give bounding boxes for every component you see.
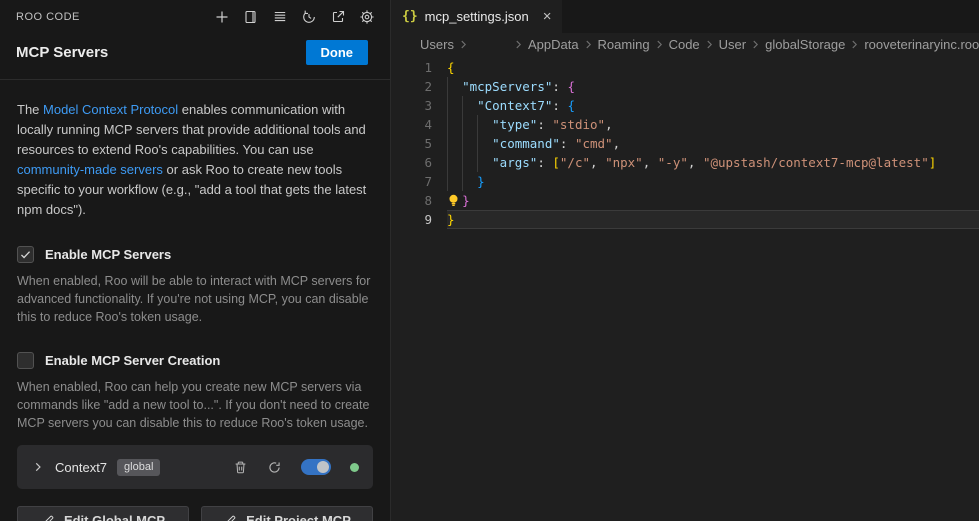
plus-icon[interactable]	[213, 8, 231, 26]
tab-close-icon[interactable]: ×	[543, 9, 552, 24]
open-in-editor-icon[interactable]	[329, 8, 347, 26]
line-number: 6	[391, 153, 447, 172]
breadcrumb-item[interactable]: AppData	[528, 37, 579, 52]
enable-mcp-server-creation-setting: Enable MCP Server Creation When enabled,…	[17, 352, 373, 432]
tab-bar: {} mcp_settings.json ×	[391, 0, 979, 33]
breadcrumb-item[interactable]: User	[719, 37, 746, 52]
code-line: 3 "Context7": {	[391, 96, 979, 115]
enable-mcp-server-creation-description: When enabled, Roo can help you create ne…	[17, 378, 373, 432]
panel-header-icons	[213, 8, 376, 26]
tab-label: mcp_settings.json	[425, 9, 529, 24]
panel-header: ROO CODE	[0, 0, 390, 30]
line-number: 1	[391, 58, 447, 77]
pencil-icon	[223, 514, 237, 521]
enable-mcp-servers-setting: Enable MCP Servers When enabled, Roo wil…	[17, 246, 373, 326]
prompts-icon[interactable]	[242, 8, 260, 26]
community-made-servers-link[interactable]: community-made servers	[17, 162, 163, 177]
code-line: 6 "args": ["/c", "npx", "-y", "@upstash/…	[391, 153, 979, 172]
enable-mcp-server-creation-label: Enable MCP Server Creation	[45, 353, 220, 368]
history-icon[interactable]	[300, 8, 318, 26]
code-line: 7 }	[391, 172, 979, 191]
breadcrumb-item[interactable]: globalStorage	[765, 37, 845, 52]
intro-text: The	[17, 102, 43, 117]
toggle-knob	[317, 461, 329, 473]
pencil-icon	[41, 514, 55, 521]
restart-server-icon[interactable]	[267, 460, 282, 475]
panel-body: The Model Context Protocol enables commu…	[0, 80, 390, 521]
json-file-icon: {}	[402, 9, 418, 24]
checkmark-icon	[19, 248, 32, 261]
vscode-window: ROO CODE	[0, 0, 979, 521]
breadcrumb: Users AppData Roaming Code User globalStorage…	[391, 33, 979, 55]
server-name: Context7	[55, 460, 107, 475]
breadcrumb-item[interactable]: rooveterinaryinc.roo-cli	[864, 37, 979, 52]
code-editor[interactable]: 1{2 "mcpServers": {3 "Context7": {4 "typ…	[391, 55, 979, 521]
line-number: 5	[391, 134, 447, 153]
enable-mcp-servers-checkbox[interactable]	[17, 246, 34, 263]
server-scope-badge: global	[117, 459, 160, 476]
code-line: 4 "type": "stdio",	[391, 115, 979, 134]
chevron-right-icon	[704, 39, 715, 50]
breadcrumb-item[interactable]: Roaming	[598, 37, 650, 52]
line-number: 7	[391, 172, 447, 191]
extension-title: ROO CODE	[16, 11, 80, 23]
delete-server-icon[interactable]	[233, 460, 248, 475]
code-line: 8 }	[391, 191, 979, 210]
tab-mcp-settings-json[interactable]: {} mcp_settings.json ×	[391, 0, 562, 33]
line-number: 8	[391, 191, 447, 210]
chevron-right-icon	[750, 39, 761, 50]
editor-area: {} mcp_settings.json × Users AppData Roami…	[391, 0, 979, 521]
mcp-intro-text: The Model Context Protocol enables commu…	[17, 100, 373, 220]
line-number: 4	[391, 115, 447, 134]
page-title: MCP Servers	[16, 44, 108, 61]
server-status-dot	[350, 463, 359, 472]
chevron-right-icon	[513, 39, 524, 50]
chevron-right-icon	[458, 39, 469, 50]
code-line: 5 "command": "cmd",	[391, 134, 979, 153]
edit-global-mcp-button[interactable]: Edit Global MCP	[17, 506, 189, 521]
code-line: 9}	[391, 210, 979, 229]
chevron-right-icon[interactable]	[31, 460, 45, 474]
breadcrumb-item[interactable]: Code	[669, 37, 700, 52]
code-line: 1{	[391, 58, 979, 77]
line-number: 3	[391, 96, 447, 115]
line-number: 9	[391, 210, 447, 229]
edit-global-mcp-label: Edit Global MCP	[64, 513, 165, 521]
chevron-right-icon	[583, 39, 594, 50]
mcp-server-row-context7[interactable]: Context7 global	[17, 445, 373, 489]
code-line: 2 "mcpServers": {	[391, 77, 979, 96]
model-context-protocol-link[interactable]: Model Context Protocol	[43, 102, 178, 117]
line-number: 2	[391, 77, 447, 96]
enable-mcp-server-creation-checkbox[interactable]	[17, 352, 34, 369]
roo-code-panel: ROO CODE	[0, 0, 391, 521]
panel-subheader: MCP Servers Done	[0, 30, 390, 80]
enable-mcp-servers-description: When enabled, Roo will be able to intera…	[17, 272, 373, 326]
edit-project-mcp-label: Edit Project MCP	[246, 513, 351, 521]
edit-project-mcp-button[interactable]: Edit Project MCP	[201, 506, 373, 521]
enable-mcp-servers-label: Enable MCP Servers	[45, 247, 171, 262]
chevron-right-icon	[849, 39, 860, 50]
settings-gear-icon[interactable]	[358, 8, 376, 26]
mcp-servers-icon[interactable]	[271, 8, 289, 26]
breadcrumb-item[interactable]: Users	[420, 37, 454, 52]
done-button[interactable]: Done	[306, 40, 369, 65]
server-enabled-toggle[interactable]	[301, 459, 331, 475]
mcp-footer-buttons: Edit Global MCP Edit Project MCP	[17, 506, 373, 521]
chevron-right-icon	[654, 39, 665, 50]
